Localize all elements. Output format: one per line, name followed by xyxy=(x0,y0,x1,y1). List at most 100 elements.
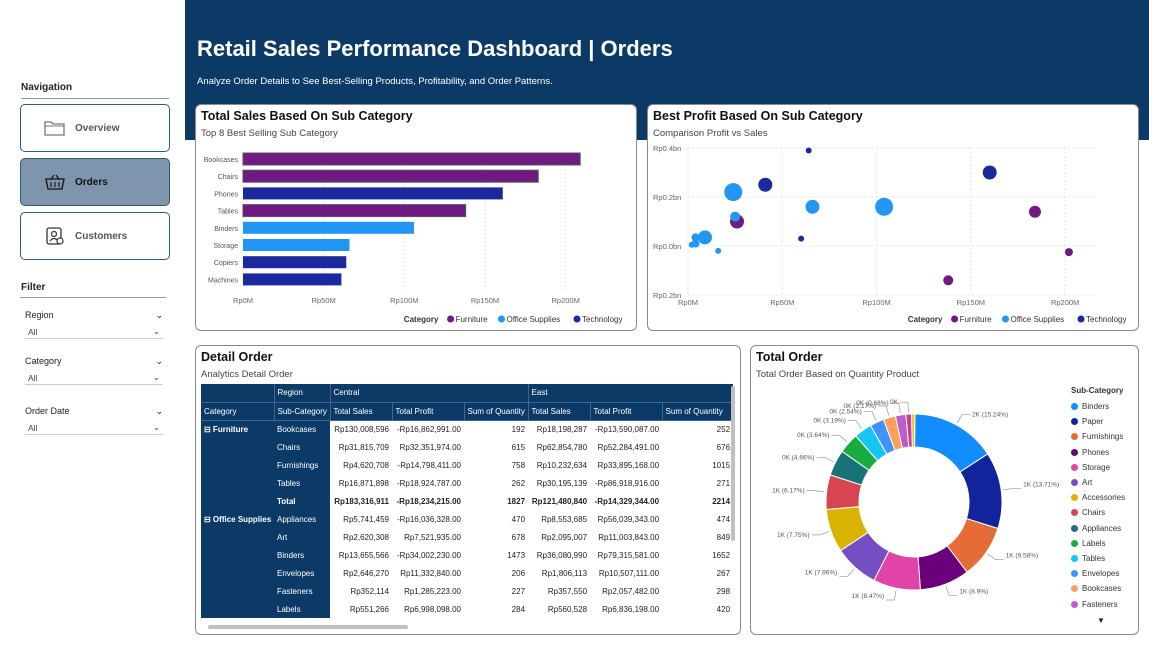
value-cell: 474 xyxy=(716,514,731,524)
bar-storage[interactable] xyxy=(243,239,350,251)
bar-copiers[interactable] xyxy=(243,256,347,269)
nav-orders-button[interactable]: Orders xyxy=(20,158,170,206)
donut-leader-line xyxy=(1003,488,1022,491)
value-cell: Rp16,871,898 xyxy=(338,478,389,488)
donut-legend-item-furnishings[interactable]: Furnishings xyxy=(1071,429,1125,444)
scatter-point-technology[interactable] xyxy=(758,177,773,192)
donut-legend: Sub-Category Binders Paper Furnishings Phon… xyxy=(1071,386,1125,612)
value-cell: 284 xyxy=(511,604,526,614)
bar-binders[interactable] xyxy=(243,221,415,234)
legend-label: Phones xyxy=(1082,447,1110,457)
bar-label-bookcases: Bookcases xyxy=(204,157,239,164)
order-date-filter-label: Order Date xyxy=(25,406,70,416)
value-cell: 420 xyxy=(716,604,731,614)
scatter-point-office-supplies[interactable] xyxy=(688,241,695,248)
scatter-point-office-supplies[interactable] xyxy=(715,247,722,254)
scatter-point-technology[interactable] xyxy=(982,165,997,180)
scatter-point-office-supplies[interactable] xyxy=(730,211,741,222)
bar-chairs[interactable] xyxy=(242,169,539,183)
scatter-point-office-supplies[interactable] xyxy=(875,197,894,216)
value-cell: 1827 xyxy=(507,496,526,506)
donut-legend-item-bookcases[interactable]: Bookcases xyxy=(1071,581,1125,596)
scatter-point-technology[interactable] xyxy=(805,147,812,154)
donut-legend-item-art[interactable]: Art xyxy=(1071,475,1125,490)
donut-leader-line xyxy=(945,586,958,596)
donut-legend-item-chairs[interactable]: Chairs xyxy=(1071,505,1125,520)
donut-legend-item-paper[interactable]: Paper xyxy=(1071,414,1125,429)
value-cell: Rp13,655,566 xyxy=(338,550,389,560)
bar-tables[interactable] xyxy=(242,204,467,218)
profit-legend-marker-office-supplies[interactable] xyxy=(1002,315,1009,323)
table-column-header[interactable]: Total Profit xyxy=(590,402,663,421)
bar-phones[interactable] xyxy=(243,187,503,200)
order-date-select[interactable]: All ⌄ xyxy=(25,421,163,435)
donut-legend-title: Sub-Category xyxy=(1071,386,1124,395)
chevron-down-icon[interactable]: ⌄ xyxy=(155,356,163,367)
profit-legend-marker-furniture[interactable] xyxy=(951,315,959,323)
value-cell: Rp2,095,007 xyxy=(541,532,588,542)
legend-label: Labels xyxy=(1082,538,1106,548)
scatter-point-office-supplies[interactable] xyxy=(724,183,743,202)
category-cell xyxy=(201,600,274,618)
chevron-down-icon[interactable]: ⌄ xyxy=(155,310,163,321)
donut-leader-line xyxy=(831,434,848,443)
profit-legend-marker-technology[interactable] xyxy=(1077,315,1085,323)
x-tick-label: Rp200M xyxy=(551,296,579,305)
donut-legend-item-appliances[interactable]: Appliances xyxy=(1071,521,1125,536)
bar-bookcases[interactable] xyxy=(242,152,581,166)
y-tick-label: Rp0.2bn xyxy=(653,193,681,202)
value-cell: Rp2,057,482.00 xyxy=(602,586,660,596)
value-cell: 298 xyxy=(716,586,731,596)
legend-scroll-down-icon[interactable]: ▼ xyxy=(1097,616,1105,625)
scatter-point-furniture[interactable] xyxy=(943,275,954,286)
sales-legend-marker-technology[interactable] xyxy=(573,315,581,323)
donut-legend-item-fasteners[interactable]: Fasteners xyxy=(1071,596,1125,611)
detail-order-table[interactable]: Region Central East Category Sub-Category Tot… xyxy=(201,384,733,625)
value-cell: -Rp14,329,344.00 xyxy=(594,496,660,506)
bar-machines[interactable] xyxy=(243,273,342,286)
category-select[interactable]: All ⌄ xyxy=(25,371,163,385)
chevron-down-icon: ⌄ xyxy=(152,372,160,382)
category-cell xyxy=(201,528,274,546)
sales-legend-marker-office-supplies[interactable] xyxy=(498,315,505,323)
value-cell: -Rp14,798,411.00 xyxy=(397,460,461,470)
scatter-point-office-supplies[interactable] xyxy=(697,230,712,245)
table-vertical-scrollbar[interactable] xyxy=(731,386,735,541)
donut-legend-item-storage[interactable]: Storage xyxy=(1071,460,1125,475)
value-cell: Rp1,285,223.00 xyxy=(404,586,461,596)
legend-dot xyxy=(1071,554,1078,562)
sales-legend-marker-furniture[interactable] xyxy=(447,315,455,323)
region-select[interactable]: All ⌄ xyxy=(25,325,163,339)
table-column-header[interactable]: Total Sales xyxy=(330,402,393,421)
scatter-point-furniture[interactable] xyxy=(1064,248,1073,257)
donut-legend-item-phones[interactable]: Phones xyxy=(1071,445,1125,460)
value-cell: Rp183,316,911 xyxy=(334,496,389,506)
donut-legend-item-labels[interactable]: Labels xyxy=(1071,536,1125,551)
scatter-point-technology[interactable] xyxy=(798,235,805,242)
donut-legend-item-tables[interactable]: Tables xyxy=(1071,551,1125,566)
legend-label: Accessories xyxy=(1082,493,1126,503)
table-column-header[interactable]: Sum of Quantity xyxy=(464,402,529,421)
table-column-header[interactable]: Total Profit xyxy=(392,402,465,421)
table-column-header[interactable]: Sub-Category xyxy=(274,402,331,421)
value-cell: Rp33,895,168.00 xyxy=(597,460,660,470)
scatter-point-furniture[interactable] xyxy=(1028,205,1041,218)
bar-label-machines: Machines xyxy=(208,277,238,284)
donut-slice-machines[interactable] xyxy=(910,413,916,448)
value-cell: 267 xyxy=(716,568,731,578)
table-horizontal-scrollbar[interactable] xyxy=(208,625,408,629)
scatter-point-office-supplies[interactable] xyxy=(805,199,820,214)
nav-overview-button[interactable]: Overview xyxy=(20,104,170,152)
legend-label: Chairs xyxy=(1082,508,1106,518)
table-column-header[interactable]: Total Sales xyxy=(528,402,591,421)
nav-customers-button[interactable]: Customers xyxy=(20,212,170,260)
sub-category-cell: Labels xyxy=(274,600,330,618)
donut-legend-item-envelopes[interactable]: Envelopes xyxy=(1071,566,1125,581)
donut-legend-item-binders[interactable]: Binders xyxy=(1071,399,1125,414)
order-date-filter: Order Date ⌄ All ⌄ xyxy=(25,404,163,435)
donut-legend-item-accessories[interactable]: Accessories xyxy=(1071,490,1125,505)
table-column-header[interactable]: Sum of Quantity xyxy=(662,402,733,421)
chevron-down-icon[interactable]: ⌄ xyxy=(155,406,163,417)
legend-dot xyxy=(1071,448,1078,456)
table-column-header[interactable]: Category xyxy=(201,402,275,421)
